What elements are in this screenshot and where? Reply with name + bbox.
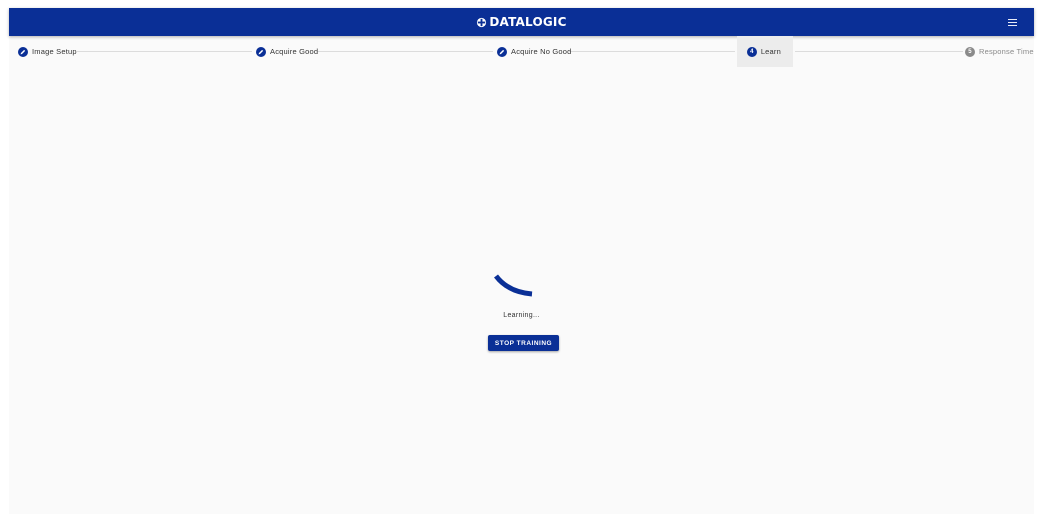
step-number-badge: 4: [747, 46, 757, 57]
wizard-stepper: Image Setup Acquire Good Acquire No Good…: [9, 36, 1034, 67]
step-connector: [569, 51, 735, 52]
app-container: DATALOGIC Image Setup Acquire Good Acqui…: [9, 8, 1034, 514]
step-label: Acquire Good: [270, 47, 319, 56]
step-acquire-good[interactable]: Acquire Good: [256, 36, 318, 67]
stop-training-button[interactable]: STOP TRAINING: [488, 335, 559, 351]
loading-spinner-icon: [494, 274, 533, 297]
datalogic-logo-mark-icon: [477, 17, 487, 27]
step-response-time[interactable]: 5 Response Time: [965, 36, 1034, 67]
learning-status-text: Learning...: [503, 312, 540, 319]
pencil-icon: [18, 46, 28, 57]
datalogic-logo: DATALOGIC: [9, 8, 1034, 36]
step-connector: [795, 51, 963, 52]
step-learn[interactable]: 4 Learn: [737, 36, 793, 67]
step-acquire-no-good[interactable]: Acquire No Good: [497, 36, 572, 67]
step-number-badge: 5: [965, 46, 975, 57]
step-image-setup[interactable]: Image Setup: [18, 36, 77, 67]
step-label: Response Time: [979, 47, 1034, 56]
step-label: Image Setup: [32, 47, 77, 56]
pencil-icon: [497, 46, 507, 57]
step-connector: [77, 51, 252, 52]
step-connector: [317, 51, 493, 52]
brand-name: DATALOGIC: [489, 15, 567, 29]
hamburger-menu-icon[interactable]: [1006, 16, 1020, 28]
step-label: Acquire No Good: [511, 47, 572, 56]
pencil-icon: [256, 46, 266, 57]
step-label: Learn: [760, 47, 781, 56]
top-app-bar: DATALOGIC: [9, 8, 1034, 36]
